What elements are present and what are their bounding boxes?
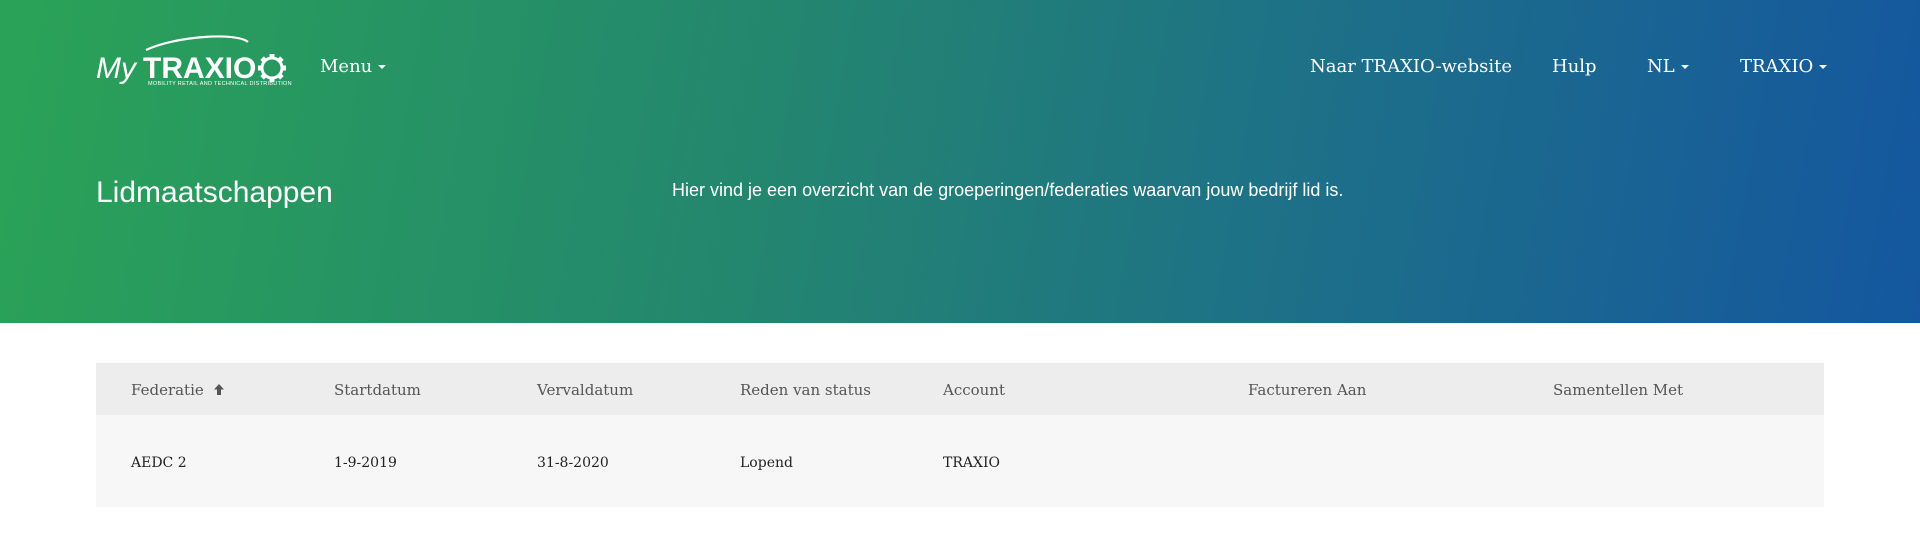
column-header-samentellen-met[interactable]: Samentellen Met [1553, 381, 1683, 399]
traxio-website-link[interactable]: Naar TRAXIO-website [1310, 56, 1512, 77]
menu-label: Menu [320, 56, 373, 77]
column-header-startdatum[interactable]: Startdatum [334, 381, 421, 399]
sort-ascending-icon [213, 384, 224, 395]
page-header: My TRAXIO MOBILITY RETAIL AND TECHNICAL … [0, 0, 1920, 323]
account-dropdown[interactable]: TRAXIO [1740, 56, 1828, 77]
gear-icon [258, 54, 286, 82]
table-header-row: Federatie Startdatum Vervaldatum Reden v… [96, 363, 1824, 415]
column-header-federatie[interactable]: Federatie [131, 381, 225, 399]
column-header-vervaldatum[interactable]: Vervaldatum [537, 381, 633, 399]
column-header-label: Vervaldatum [537, 381, 634, 399]
column-header-label: Samentellen Met [1553, 381, 1684, 399]
help-link[interactable]: Hulp [1552, 56, 1597, 77]
logo-subtitle: MOBILITY RETAIL AND TECHNICAL DISTRIBUTI… [148, 81, 292, 87]
column-header-label: Startdatum [334, 381, 421, 399]
column-header-label: Account [943, 381, 1006, 399]
language-dropdown[interactable]: NL [1647, 56, 1689, 77]
memberships-table: Federatie Startdatum Vervaldatum Reden v… [96, 363, 1824, 507]
menu-dropdown[interactable]: Menu [320, 56, 387, 77]
cell-reden-van-status: Lopend [740, 455, 793, 471]
page-title: Lidmaatschappen [96, 176, 333, 209]
language-label: NL [1647, 56, 1675, 77]
cell-account: TRAXIO [943, 455, 1000, 471]
column-header-account[interactable]: Account [943, 381, 1005, 399]
cell-vervaldatum: 31-8-2020 [537, 455, 609, 471]
caret-down-icon [378, 65, 387, 69]
cell-federatie: AEDC 2 [131, 455, 187, 471]
cell-startdatum: 1-9-2019 [334, 455, 397, 471]
table-row[interactable]: AEDC 2 1-9-2019 31-8-2020 Lopend TRAXIO [96, 415, 1824, 507]
mytraxio-logo[interactable]: My TRAXIO MOBILITY RETAIL AND TECHNICAL … [96, 34, 292, 92]
account-label: TRAXIO [1740, 56, 1814, 77]
column-header-label: Factureren Aan [1248, 381, 1367, 399]
column-header-label: Reden van status [740, 381, 871, 399]
column-header-reden-van-status[interactable]: Reden van status [740, 381, 871, 399]
column-header-factureren-aan[interactable]: Factureren Aan [1248, 381, 1366, 399]
caret-down-icon [1819, 65, 1828, 69]
column-header-label: Federatie [131, 381, 204, 399]
help-label: Hulp [1552, 56, 1597, 77]
traxio-website-label: Naar TRAXIO-website [1310, 56, 1512, 77]
page-description: Hier vind je een overzicht van de groepe… [672, 180, 1344, 200]
logo-my-text: My [96, 52, 138, 85]
caret-down-icon [1680, 65, 1689, 69]
